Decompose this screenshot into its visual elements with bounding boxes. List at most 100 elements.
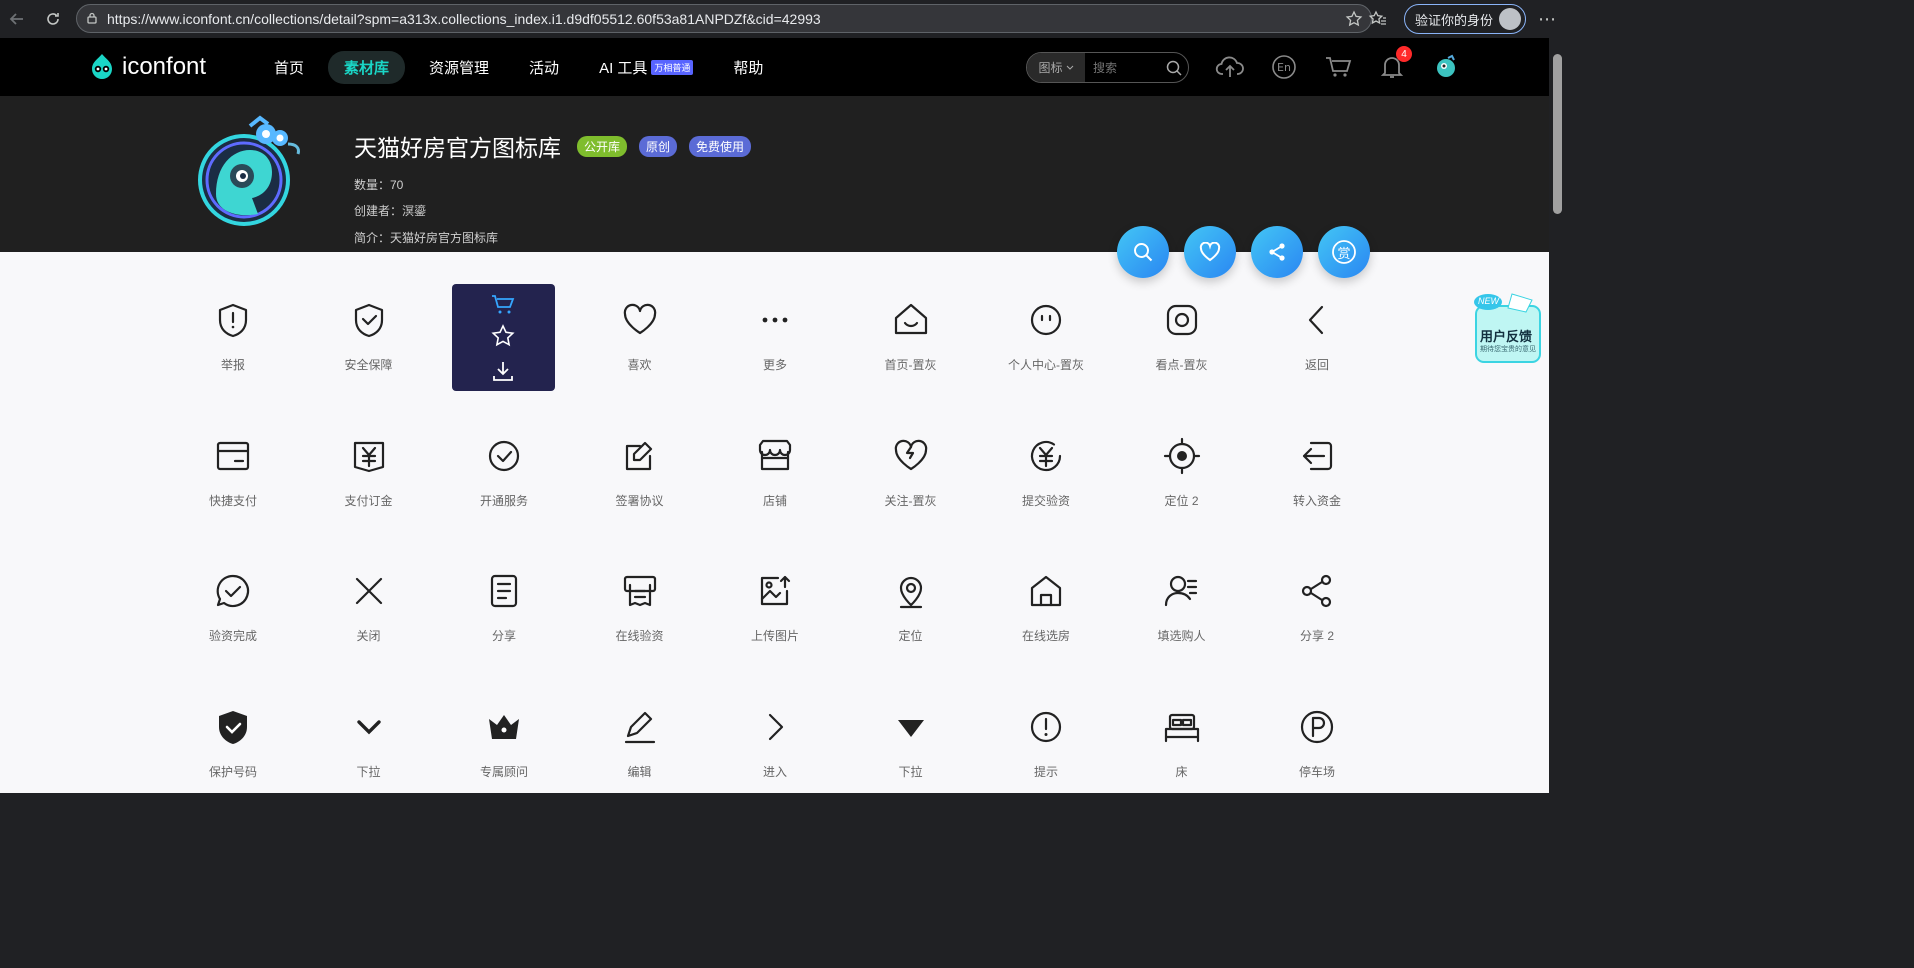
icon-card-label: 更多 (762, 358, 787, 372)
collect-star-icon[interactable] (490, 323, 516, 349)
icon-card[interactable]: 返回 (1249, 270, 1385, 390)
icon-card[interactable]: 下拉 (301, 677, 437, 794)
icon-card[interactable]: 个人中心-置灰 (978, 270, 1114, 390)
icon-card[interactable]: 店铺 (707, 406, 843, 526)
report-shield-icon (213, 300, 253, 340)
icon-card-label: 进入 (762, 764, 787, 779)
reward-label: 赏 (1337, 245, 1351, 261)
icon-card[interactable]: 在线选房 (978, 541, 1114, 661)
icon-card[interactable]: 关闭 (301, 541, 437, 661)
favorites-icon[interactable] (1368, 9, 1388, 29)
nav-activities[interactable]: 活动 (513, 51, 575, 84)
icon-card[interactable]: 首页-置灰 (843, 270, 979, 390)
icon-card[interactable]: 填选购人 (1114, 541, 1250, 661)
icon-card-label: 下拉 (898, 764, 923, 779)
icon-card-label: 安全保障 (344, 358, 393, 372)
icon-card[interactable]: 喜欢 (572, 270, 708, 390)
collection-avatar (198, 115, 300, 226)
yen-receipt-icon (349, 436, 389, 476)
icon-card[interactable]: 支付订金 (301, 406, 437, 526)
search-type-select[interactable]: 图标 (1027, 53, 1085, 82)
icon-card[interactable]: 签署协议 (572, 406, 708, 526)
more-dots-icon (755, 300, 795, 340)
add-to-cart-icon[interactable] (490, 292, 516, 318)
icon-card-label: 举报 (220, 358, 245, 372)
icon-card[interactable]: 关注-置灰 (843, 406, 979, 526)
download-icon[interactable] (490, 358, 516, 384)
chevron-down-icon (1066, 65, 1073, 70)
store-icon (755, 436, 795, 476)
nav-resource-label: 资源管理 (429, 59, 490, 77)
search-icon[interactable] (1165, 59, 1183, 77)
icon-card[interactable]: 分享 (436, 541, 572, 661)
profile-avatar-icon (1499, 8, 1521, 30)
nav-help[interactable]: 帮助 (717, 51, 779, 84)
nav-materials[interactable]: 素材库 (328, 50, 406, 84)
icon-card[interactable]: 保护号码 (165, 677, 301, 794)
icon-card[interactable]: 快捷支付 (165, 406, 301, 526)
icon-card[interactable]: 看点-置灰 (1114, 270, 1250, 390)
home-smile-icon (891, 300, 931, 340)
triangle-down-icon (891, 707, 931, 747)
iconfont-logo[interactable]: iconfont (86, 52, 206, 82)
icon-card-label: 在线验资 (615, 629, 664, 643)
bed-icon (1162, 707, 1202, 747)
icon-card[interactable]: 定位 (843, 541, 979, 661)
bookmark-star-icon[interactable] (1345, 10, 1363, 28)
logo-icon (92, 54, 112, 79)
upload-cloud-icon[interactable] (1214, 52, 1246, 82)
nav-home[interactable]: 首页 (258, 51, 320, 84)
user-feedback-widget[interactable]: NEW 用户反馈 期待您宝贵的意见 (1472, 288, 1544, 370)
icon-card-label: 提示 (1033, 764, 1058, 779)
icon-card[interactable]: 上传图片 (707, 541, 843, 661)
icon-card[interactable]: 验资完成 (165, 541, 301, 661)
verify-identity-button[interactable]: 验证你的身份 (1403, 4, 1526, 34)
icon-card[interactable]: 更多 (707, 270, 843, 390)
icon-card[interactable]: 在线验资 (572, 541, 708, 661)
icon-card[interactable]: 开通服务 (436, 406, 572, 526)
heart-outline-icon (891, 436, 931, 476)
icon-card[interactable]: 编辑 (572, 677, 708, 794)
icon-card-label: 快捷支付 (208, 493, 257, 508)
icon-card[interactable]: 安全保障 (301, 270, 437, 390)
language-en-icon[interactable]: En (1268, 52, 1300, 82)
site-info-icon[interactable] (85, 11, 99, 25)
icon-card[interactable]: 提示 (978, 677, 1114, 794)
more-menu-icon[interactable]: ⋯ (1538, 9, 1556, 30)
browser-toolbar: https://www.iconfont.cn/collections/deta… (0, 0, 1568, 38)
icon-card-label: 提交验资 (1021, 493, 1070, 508)
tag-public: 公开库 (577, 135, 628, 157)
search-input[interactable] (1093, 60, 1163, 75)
circle-check-icon (484, 436, 524, 476)
notification-bell-icon[interactable]: 4 (1376, 46, 1412, 82)
icon-card-label: 定位 2 (1164, 493, 1199, 508)
icon-card[interactable]: 专属顾问 (436, 677, 572, 794)
nav-ai-tools[interactable]: AI 工具 万相普通 (583, 51, 709, 84)
icon-card[interactable]: 下拉 (843, 677, 979, 794)
transfer-in-icon (1297, 436, 1337, 476)
heart-icon (1199, 242, 1221, 262)
icon-card[interactable]: 床 (1114, 677, 1250, 794)
house-icon (1026, 571, 1066, 611)
icon-card[interactable]: 举报 (165, 270, 301, 390)
back-icon[interactable] (2, 4, 32, 34)
cart-icon[interactable] (1322, 52, 1354, 82)
page-scrollbar[interactable] (1549, 38, 1568, 793)
collection-count: 数量：70 (354, 178, 404, 192)
user-avatar[interactable] (1430, 52, 1462, 82)
url-text: https://www.iconfont.cn/collections/deta… (107, 10, 821, 27)
icon-card[interactable]: 定位 2 (1114, 406, 1250, 526)
icon-card[interactable]: 转入资金 (1249, 406, 1385, 526)
icon-card[interactable]: 停车场 (1249, 677, 1385, 794)
icon-card[interactable]: 进入 (707, 677, 843, 794)
share-nodes-icon (1297, 571, 1337, 611)
collection-creator: 创建者：溟鎏 (354, 204, 427, 218)
scrollbar-thumb[interactable] (1553, 54, 1562, 214)
icon-card[interactable]: 分享 2 (1249, 541, 1385, 661)
nav-resource-manage[interactable]: 资源管理 (413, 51, 505, 84)
address-bar[interactable]: https://www.iconfont.cn/collections/deta… (76, 4, 1372, 33)
person-list-icon (1162, 571, 1202, 611)
reload-icon[interactable] (38, 4, 68, 34)
icon-card-label: 个人中心-置灰 (1008, 358, 1084, 372)
icon-card[interactable]: 提交验资 (978, 406, 1114, 526)
